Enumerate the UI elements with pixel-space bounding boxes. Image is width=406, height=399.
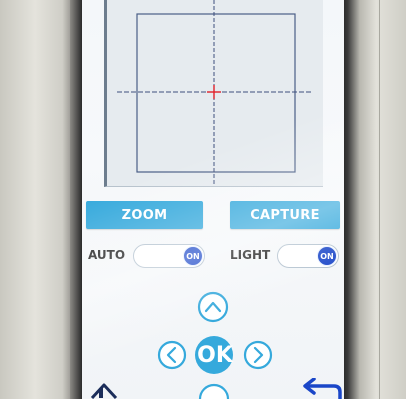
touch-screen: ZOOM CAPTURE AUTO ON LIGHT ON OK <box>82 0 344 399</box>
chevron-up-icon[interactable] <box>197 291 229 323</box>
back-arrow-icon[interactable] <box>294 378 342 399</box>
frame-square <box>136 13 296 173</box>
device-bezel-right <box>340 0 406 399</box>
home-icon[interactable] <box>88 378 128 399</box>
light-toggle[interactable]: ON <box>277 244 339 268</box>
auto-toggle-label: AUTO <box>88 248 126 262</box>
device-bezel-left <box>0 0 78 399</box>
device-bezel-seam <box>379 0 380 399</box>
chevron-left-icon[interactable] <box>157 340 187 370</box>
auto-toggle[interactable]: ON <box>133 244 205 268</box>
zoom-button[interactable]: ZOOM <box>86 201 203 229</box>
chevron-right-icon[interactable] <box>243 340 273 370</box>
ok-label: OK <box>197 342 233 368</box>
chevron-down-icon[interactable] <box>198 383 230 399</box>
camera-viewport[interactable] <box>104 0 323 187</box>
auto-toggle-knob: ON <box>183 246 203 266</box>
capture-button[interactable]: CAPTURE <box>230 201 340 229</box>
device-bezel-edge <box>70 0 82 399</box>
light-toggle-label: LIGHT <box>230 248 271 262</box>
light-toggle-knob: ON <box>317 246 337 266</box>
crosshair-overlay <box>117 0 313 186</box>
